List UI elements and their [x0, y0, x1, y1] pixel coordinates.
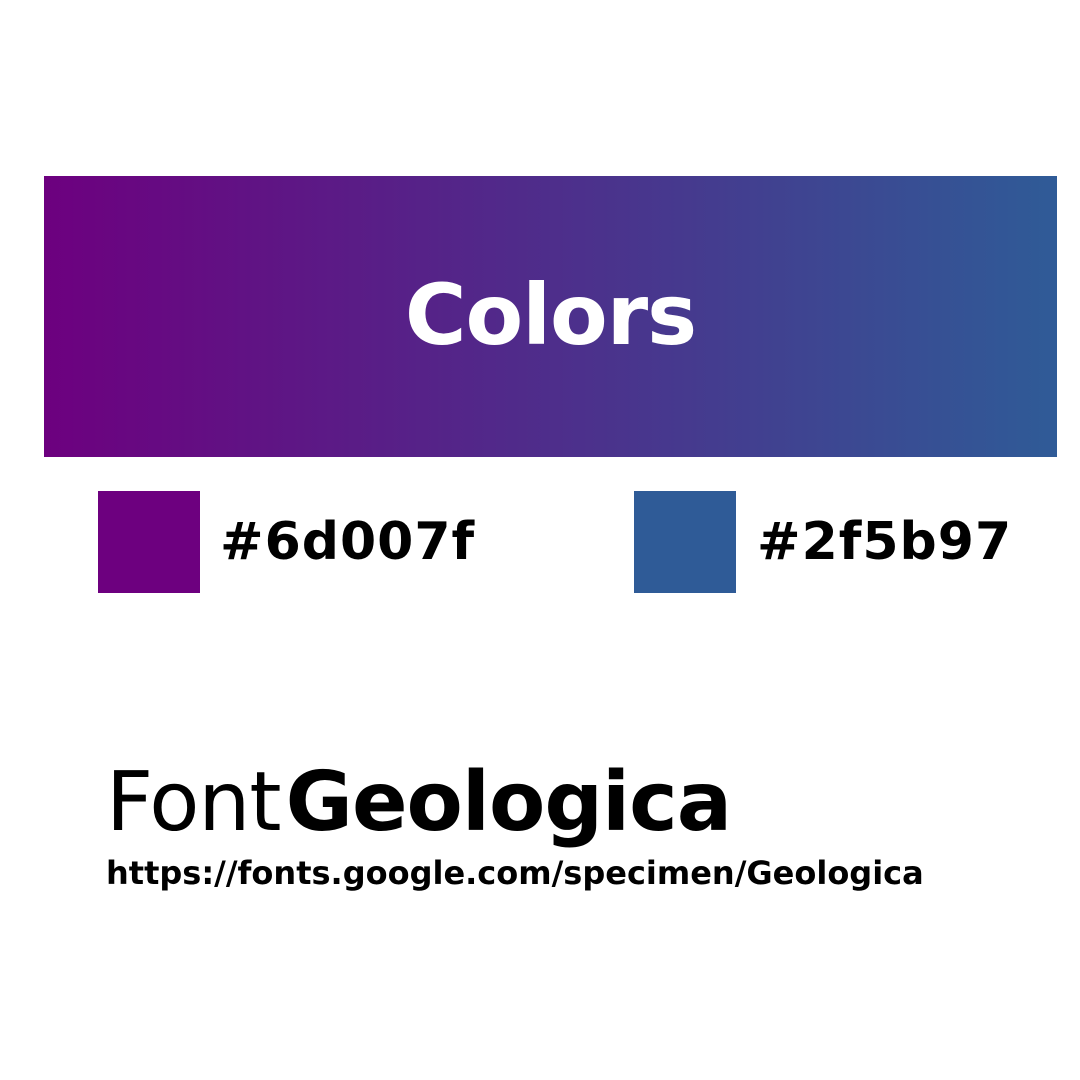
color-hex-label-blue: #2f5b97: [757, 512, 1013, 572]
colors-banner: Colors: [44, 176, 1057, 457]
banner-title: Colors: [404, 265, 697, 364]
color-hex-label-purple: #6d007f: [220, 512, 476, 572]
font-url-link[interactable]: https://fonts.google.com/specimen/Geolog…: [106, 853, 924, 893]
font-name: Geologica: [285, 755, 732, 850]
color-swatch-purple: [98, 491, 200, 593]
font-label: Font: [106, 755, 282, 850]
color-swatch-blue: [634, 491, 736, 593]
font-heading: Font Geologica: [106, 762, 732, 844]
